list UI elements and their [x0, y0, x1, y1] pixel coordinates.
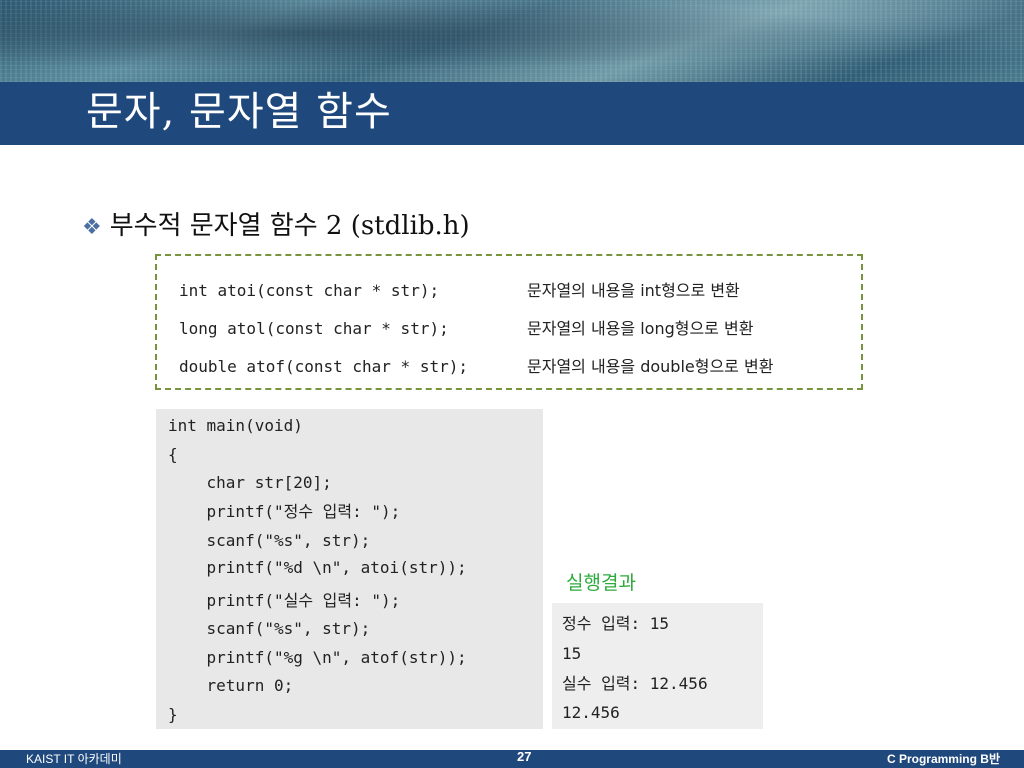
- bullet-text: 부수적 문자열 함수 2 (stdlib.h): [109, 211, 470, 241]
- footer-course: C Programming B반: [886, 752, 1000, 766]
- prototype-row: long atol(const char * str); 문자열의 내용을 lo…: [179, 316, 753, 342]
- prototype-desc: 문자열의 내용을 double형으로 변환: [527, 357, 774, 376]
- prototype-desc: 문자열의 내용을 long형으로 변환: [527, 319, 754, 338]
- code-line: }: [168, 705, 178, 724]
- bullet-item: ❖ 부수적 문자열 함수 2 (stdlib.h): [82, 206, 470, 248]
- prototype-desc: 문자열의 내용을 int형으로 변환: [527, 281, 740, 300]
- header-background-image: [0, 0, 1024, 82]
- code-line: printf("%d \n", atoi(str));: [168, 558, 467, 577]
- result-line: 15: [562, 644, 582, 663]
- code-line: printf("정수 입력: ");: [168, 502, 401, 521]
- code-line: printf("%g \n", atof(str));: [168, 648, 467, 667]
- code-line: scanf("%s", str);: [168, 531, 371, 550]
- code-line: return 0;: [168, 676, 294, 695]
- code-line: {: [168, 445, 178, 464]
- footer-bar: KAIST IT 아카데미 27 C Programming B반: [0, 749, 1024, 768]
- prototype-code: long atol(const char * str);: [179, 319, 449, 338]
- code-line: char str[20];: [168, 473, 332, 492]
- result-line: 정수 입력: 15: [562, 614, 670, 633]
- prototype-box: int atoi(const char * str); 문자열의 내용을 int…: [155, 254, 863, 390]
- prototype-row: double atof(const char * str); 문자열의 내용을 …: [179, 354, 773, 380]
- prototype-code: double atof(const char * str);: [179, 357, 468, 376]
- slide-title: 문자, 문자열 함수: [86, 89, 392, 135]
- result-output-box: 정수 입력: 15 15 실수 입력: 12.456 12.456: [552, 603, 763, 729]
- code-line: scanf("%s", str);: [168, 619, 371, 638]
- code-line: printf("실수 입력: ");: [168, 591, 401, 610]
- result-line: 12.456: [562, 703, 620, 722]
- prototype-row: int atoi(const char * str); 문자열의 내용을 int…: [179, 278, 740, 304]
- code-block: int main(void) { char str[20]; printf("정…: [156, 409, 543, 729]
- diamond-bullet-icon: ❖: [82, 215, 102, 240]
- result-line: 실수 입력: 12.456: [562, 674, 708, 693]
- page-number: 27: [517, 749, 532, 764]
- prototype-code: int atoi(const char * str);: [179, 281, 440, 300]
- code-line: int main(void): [168, 416, 303, 435]
- result-label: 실행결과: [566, 572, 636, 594]
- footer-organization: KAIST IT 아카데미: [26, 752, 122, 766]
